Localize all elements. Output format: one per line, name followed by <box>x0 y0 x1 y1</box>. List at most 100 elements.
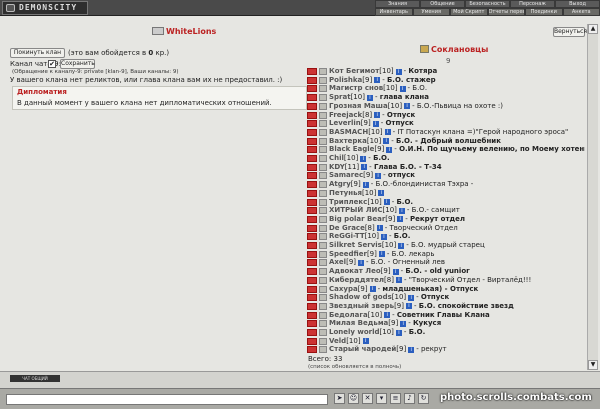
member-nick[interactable]: Black Eagle <box>329 145 374 154</box>
scroll-up-arrow-icon[interactable]: ▲ <box>588 24 598 34</box>
member-nick[interactable]: Polishka <box>329 76 362 85</box>
info-icon[interactable]: i <box>372 120 379 127</box>
info-icon[interactable]: i <box>398 242 405 249</box>
info-icon[interactable]: i <box>395 68 402 75</box>
info-icon[interactable]: i <box>381 233 387 240</box>
member-nick[interactable]: Адвокат Лео <box>329 267 381 276</box>
member-nick[interactable]: De Grace <box>329 224 365 233</box>
chat-mode-icon[interactable]: ≡ <box>390 393 401 404</box>
member-nick[interactable]: Грозная Маша <box>329 102 388 111</box>
menu-item-communication[interactable]: Общение <box>420 0 465 8</box>
save-button[interactable]: Сохранить <box>60 59 95 69</box>
info-icon[interactable]: i <box>378 190 385 197</box>
menu-item-security[interactable]: Безопасность <box>465 0 510 8</box>
menu-item-my-script[interactable]: Мой Скрипт <box>450 8 488 16</box>
menu-item-character[interactable]: Персонаж <box>510 0 555 8</box>
leave-clan-button[interactable]: Покинуть клан <box>10 48 65 58</box>
info-icon[interactable]: i <box>399 85 406 92</box>
refresh-icon[interactable]: ↻ <box>418 393 429 404</box>
info-icon[interactable]: i <box>392 268 399 275</box>
info-icon[interactable]: i <box>362 338 369 345</box>
menu-item-duels[interactable]: Поединки <box>525 8 563 16</box>
info-icon[interactable]: i <box>358 259 365 266</box>
info-icon[interactable]: i <box>395 277 402 284</box>
info-icon[interactable]: i <box>404 103 411 110</box>
member-nick[interactable]: Shadow of gods <box>329 293 392 302</box>
menu-item-exit[interactable]: Выход <box>555 0 600 8</box>
member-row: Вахтерка [10] i - Б.О. - Добрый волшебник <box>307 137 585 146</box>
member-level: [9] <box>360 119 371 128</box>
clan-badge-icon <box>307 94 317 102</box>
member-dash: - <box>391 136 394 145</box>
info-icon[interactable]: i <box>360 155 367 162</box>
info-icon[interactable]: i <box>397 216 404 223</box>
menu-item-transfer-reports[interactable]: Отчеты переводов <box>487 8 525 16</box>
info-icon[interactable]: i <box>383 138 390 145</box>
clear-icon[interactable]: ✕ <box>362 393 373 404</box>
member-nick[interactable]: Freejack <box>329 111 362 120</box>
page-scrollbar[interactable]: ▲ ▼ <box>587 24 598 370</box>
member-nick[interactable]: Lonely world <box>329 328 380 337</box>
info-icon[interactable]: i <box>405 303 412 310</box>
info-icon[interactable]: i <box>408 346 415 353</box>
member-nick[interactable]: Big polar Bear <box>329 215 385 224</box>
member-nick[interactable]: Магистр снов <box>329 84 383 93</box>
clan-sign-icon <box>319 329 327 336</box>
member-nick[interactable]: Старый чародей <box>329 345 396 354</box>
member-nick[interactable]: Сахура <box>329 285 358 294</box>
send-arrow-icon[interactable]: ➤ <box>334 393 345 404</box>
member-nick[interactable]: Триплекс <box>329 198 367 207</box>
menu-item-inventory[interactable]: Инвентарь <box>375 8 413 16</box>
info-icon[interactable]: i <box>384 129 391 136</box>
member-nick[interactable]: Sprat <box>329 93 351 102</box>
member-nick[interactable]: Вахтерка <box>329 137 367 146</box>
member-nick[interactable]: ХИТРЫЙ ЛИС <box>329 206 383 215</box>
menu-item-knowledge[interactable]: Знания <box>375 0 420 8</box>
member-nick[interactable]: Звездный зверь <box>329 302 394 311</box>
info-icon[interactable]: i <box>374 77 381 84</box>
member-nick[interactable]: Петунья <box>329 189 362 198</box>
member-status: Отпуск <box>420 293 450 302</box>
chat-message-input[interactable] <box>6 394 328 405</box>
info-icon[interactable]: i <box>366 94 373 101</box>
info-icon[interactable]: i <box>361 164 368 171</box>
member-nick[interactable]: Axel <box>329 258 346 267</box>
chat-channel-checkbox[interactable]: ✔ <box>48 60 56 68</box>
member-nick[interactable]: ReGGi-TT <box>329 232 365 241</box>
member-nick[interactable]: Speedfier <box>329 250 367 259</box>
member-nick[interactable]: Киберддятел <box>329 276 384 285</box>
watermark: photo.scrolls.combats.com <box>440 392 592 403</box>
info-icon[interactable]: i <box>378 251 385 258</box>
member-nick[interactable]: Кот Бегимот <box>329 67 379 76</box>
smiley-icon[interactable]: ☺ <box>348 393 359 404</box>
member-nick[interactable]: Atgry <box>329 180 351 189</box>
info-icon[interactable]: i <box>400 320 407 327</box>
member-nick[interactable]: KDY <box>329 163 345 172</box>
info-icon[interactable]: i <box>376 225 383 232</box>
info-icon[interactable]: i <box>386 146 393 153</box>
info-icon[interactable]: i <box>383 199 390 205</box>
info-icon[interactable]: i <box>362 181 369 188</box>
info-icon[interactable]: i <box>384 312 391 319</box>
member-nick[interactable]: Silkret Servis <box>329 241 382 250</box>
member-nick[interactable]: Бедолага <box>329 311 368 320</box>
info-icon[interactable]: i <box>395 329 402 336</box>
member-nick[interactable]: Samarec <box>329 171 363 180</box>
member-nick[interactable]: Chil <box>329 154 344 163</box>
member-nick[interactable]: Leverlin <box>329 119 361 128</box>
info-icon[interactable]: i <box>374 112 381 118</box>
info-icon[interactable]: i <box>369 286 376 292</box>
back-button[interactable]: Вернуться <box>553 27 587 37</box>
info-icon[interactable]: i <box>375 172 382 179</box>
member-nick[interactable]: Милая Ведьма <box>329 319 388 328</box>
scroll-down-arrow-icon[interactable]: ▼ <box>588 360 598 370</box>
menu-item-skills[interactable]: Умения <box>412 8 450 16</box>
member-nick[interactable]: Veld <box>329 337 346 346</box>
member-dash: - <box>394 145 397 154</box>
info-icon[interactable]: i <box>398 207 405 214</box>
menu-item-profile[interactable]: Анкета <box>562 8 600 16</box>
filter-icon[interactable]: ▾ <box>376 393 387 404</box>
info-icon[interactable]: i <box>408 294 415 301</box>
sound-icon[interactable]: ♪ <box>404 393 415 404</box>
member-nick[interactable]: BASMACH <box>329 128 368 137</box>
